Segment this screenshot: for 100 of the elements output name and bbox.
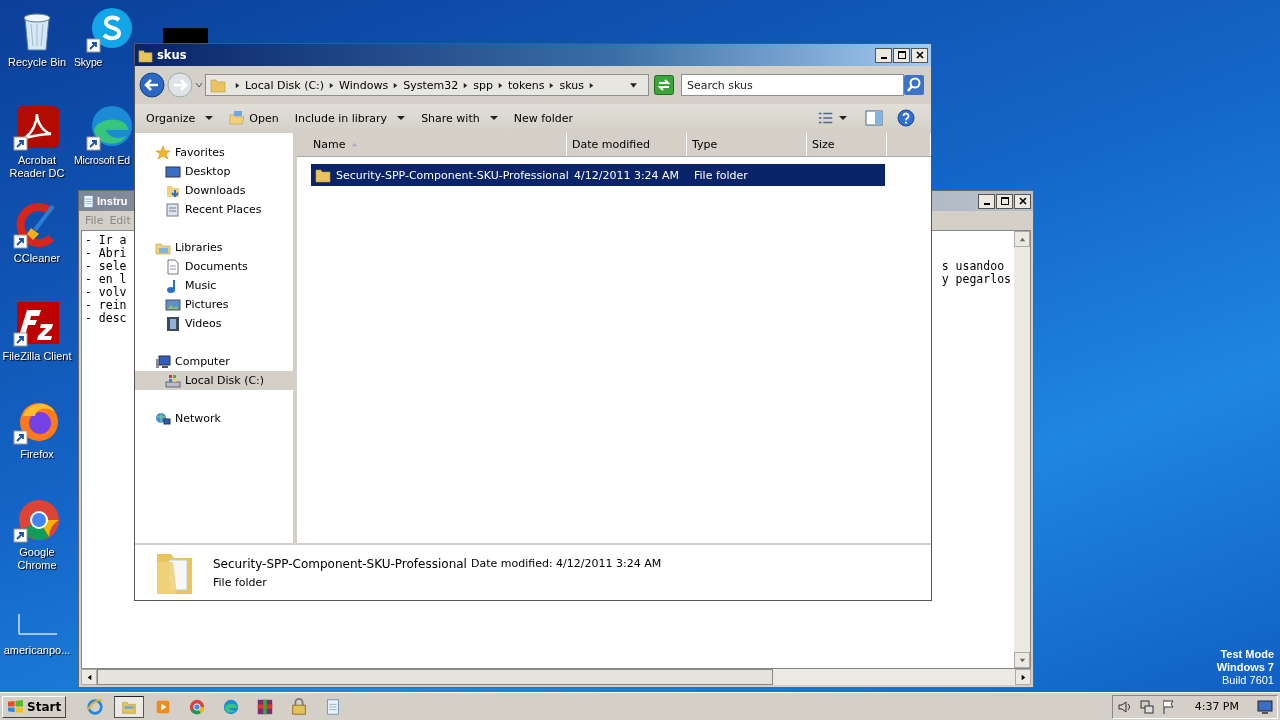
nav-item[interactable]: Favorites (135, 143, 293, 162)
pdf-icon[interactable] (13, 104, 61, 152)
column-header[interactable]: Type (687, 133, 807, 156)
breadcrumb-item[interactable]: Local Disk (C:) (245, 78, 325, 92)
nav-item[interactable]: Computer (135, 352, 293, 371)
network-icon[interactable] (1138, 698, 1155, 715)
nav-item[interactable]: Libraries (135, 238, 293, 257)
column-header[interactable]: Date modified (567, 133, 687, 156)
search-icon[interactable] (904, 75, 924, 95)
vertical-scrollbar[interactable] (1014, 231, 1030, 668)
column-header[interactable]: Size (807, 133, 887, 156)
minimize-icon (983, 203, 990, 205)
window-title: skus (157, 48, 187, 62)
text-line: - sele (85, 260, 127, 273)
taskbar-button[interactable] (114, 695, 145, 718)
address-bar[interactable]: Local Disk (C:) Windows System32 spp tokens skus (205, 74, 649, 96)
speaker-icon[interactable] (1116, 698, 1133, 715)
text-line: - Abri (85, 247, 127, 260)
maximize-button[interactable] (996, 193, 1013, 209)
back-button[interactable] (139, 72, 165, 98)
network-icon (155, 410, 171, 427)
breadcrumb-item[interactable]: spp (473, 78, 493, 92)
minimize-button[interactable] (978, 193, 995, 209)
refresh-button[interactable] (654, 75, 674, 95)
close-button[interactable] (911, 47, 928, 63)
chevron-icon[interactable] (234, 81, 241, 89)
film-icon (165, 315, 181, 332)
filezilla-icon[interactable] (13, 300, 61, 348)
maximize-button[interactable] (893, 47, 910, 63)
desktop-icon-label[interactable]: CCleaner (13, 252, 61, 265)
chevron-icon[interactable] (392, 81, 400, 89)
nav-item[interactable]: Recent Places (135, 200, 293, 219)
redaction-block (163, 28, 208, 43)
desktop-icon-label[interactable]: americanpo... (3, 644, 71, 657)
file-row[interactable]: Security-SPP-Component-SKU-Professional 4/12/2011 3:24 AM File folder (311, 164, 885, 186)
chevron-icon[interactable] (328, 81, 336, 89)
chevron-icon[interactable] (462, 81, 470, 89)
notepad-icon (81, 193, 96, 209)
view-options-icon[interactable] (817, 110, 835, 126)
desktop-icon-label[interactable]: FileZilla Client (2, 350, 72, 363)
desktop-icon-label[interactable]: Recycle Bin (7, 56, 67, 69)
text-line: - rein (85, 299, 127, 312)
breadcrumb-item[interactable]: Windows (339, 78, 389, 92)
nav-item[interactable]: Downloads (135, 181, 293, 200)
caret-icon[interactable] (629, 80, 638, 90)
toolbar-button[interactable]: Organize (141, 108, 219, 128)
text-line: - desc (85, 312, 127, 325)
desktop-icon-label[interactable]: Acrobat Reader DC (1, 154, 73, 180)
desktop-icon-label[interactable]: Google Chrome (1, 546, 73, 572)
clock[interactable]: 4:37 PM (1194, 700, 1239, 713)
star-icon (155, 144, 171, 161)
text-line: - volv (85, 286, 127, 299)
preview-pane-icon[interactable] (865, 110, 883, 126)
chevron-icon[interactable] (496, 81, 504, 89)
toolbar-button[interactable]: New folder (508, 108, 579, 128)
nav-item[interactable]: Documents (135, 257, 293, 276)
nav-item[interactable]: Network (135, 409, 293, 428)
nav-item[interactable]: Videos (135, 314, 293, 333)
nav-item[interactable]: Music (135, 276, 293, 295)
show-desktop-icon[interactable] (1257, 698, 1273, 715)
sort-arrow-icon (351, 142, 359, 147)
minimize-icon (880, 57, 887, 59)
close-button[interactable] (1014, 193, 1031, 209)
browser-icon[interactable] (86, 104, 134, 152)
toolbar-button[interactable]: Include in library (289, 108, 411, 128)
text-line: y pegarlos (941, 272, 1011, 286)
breadcrumb-item[interactable]: tokens (507, 78, 545, 92)
file-type: File folder (693, 168, 749, 182)
nav-item[interactable]: Local Disk (C:) (135, 371, 293, 390)
caret-icon (205, 114, 214, 122)
details-name: Security-SPP-Component-SKU-Professional (213, 556, 467, 571)
browser-icon (222, 697, 241, 716)
search-field[interactable]: Search skus (681, 74, 904, 96)
nav-item[interactable]: Desktop (135, 162, 293, 181)
caret-icon[interactable] (839, 114, 847, 122)
column-header[interactable]: Name (297, 133, 567, 156)
chevron-icon[interactable] (587, 81, 595, 89)
caret-icon (397, 114, 406, 122)
chevron-icon[interactable] (548, 81, 556, 89)
skype-icon[interactable] (86, 6, 134, 54)
system-info-text: Build 7601 (1222, 674, 1274, 687)
breadcrumb-item[interactable]: skus (559, 78, 584, 92)
start-button[interactable]: Start (2, 695, 67, 718)
toolbar-button[interactable]: Open (224, 107, 284, 129)
desktop-icon-label[interactable]: Skype (74, 56, 103, 69)
flag-icon (7, 699, 24, 714)
help-icon[interactable] (897, 109, 915, 127)
maximize-icon (896, 50, 907, 60)
minimize-button[interactable] (875, 47, 892, 63)
horizontal-scrollbar[interactable] (81, 669, 1031, 685)
toolbar-button[interactable]: Share with (416, 108, 503, 128)
folder-icon (229, 110, 246, 126)
date-modified: 4/12/2011 3:24 AM (573, 168, 681, 182)
desktop-icon-label[interactable]: Microsoft Ed (74, 154, 130, 167)
desktop-icon-label[interactable]: Firefox (20, 448, 54, 461)
nav-item[interactable]: Pictures (135, 295, 293, 314)
breadcrumb-item[interactable]: System32 (403, 78, 459, 92)
ie-icon (86, 697, 105, 716)
folder-icon (315, 167, 331, 183)
flag-icon[interactable] (1160, 698, 1177, 715)
